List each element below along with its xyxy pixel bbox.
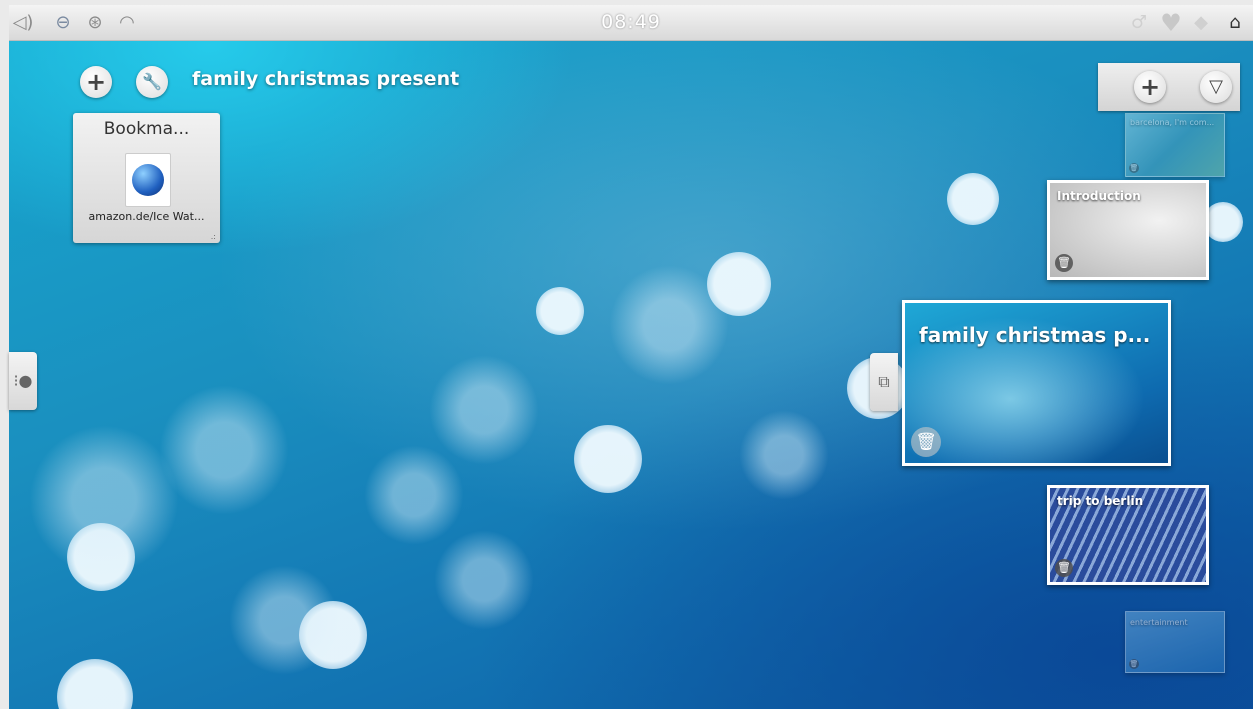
window-list-icon: ⧉ bbox=[878, 372, 890, 391]
activity-title: family christmas present bbox=[192, 68, 460, 90]
diamond-icon[interactable]: ◆ bbox=[1189, 11, 1213, 35]
activity-label: Introduction bbox=[1057, 189, 1141, 203]
trash-icon[interactable]: 🗑 bbox=[911, 427, 941, 457]
status-bar: ◁) ⊖ ⊛ ◠ 08:49 ♂ ♥ ◆ ⌂ bbox=[9, 5, 1253, 41]
activity-label: barcelona, I'm com... bbox=[1130, 118, 1215, 127]
trash-icon[interactable]: 🗑 bbox=[1129, 659, 1139, 669]
activity-thumbnail-barcelona[interactable]: barcelona, I'm com... 🗑 bbox=[1125, 113, 1225, 177]
notification-icon[interactable]: ♂ bbox=[1127, 11, 1151, 35]
trash-icon[interactable]: 🗑 bbox=[1129, 163, 1139, 173]
activity-thumbnail-introduction[interactable]: Introduction 🗑 bbox=[1047, 180, 1209, 280]
configure-activity-button[interactable]: 🔧 bbox=[136, 66, 168, 98]
resize-handle[interactable]: .: bbox=[211, 232, 216, 241]
home-icon[interactable]: ⌂ bbox=[1223, 11, 1247, 35]
globe-icon bbox=[132, 164, 164, 196]
add-activity-button[interactable]: + bbox=[1134, 71, 1166, 103]
activity-thumbnail-entertainment[interactable]: entertainment 🗑 bbox=[1125, 611, 1225, 673]
bookmark-file-icon[interactable] bbox=[125, 153, 171, 207]
activity-thumbnail-family-christmas[interactable]: family christmas p... 🗑 bbox=[902, 300, 1171, 466]
activity-thumbnail-trip-to-berlin[interactable]: trip to berlin 🗑 bbox=[1047, 485, 1209, 585]
activity-label: trip to berlin bbox=[1057, 494, 1144, 508]
activity-manager-toggle[interactable]: ⧉ bbox=[870, 353, 898, 411]
activity-label: entertainment bbox=[1130, 618, 1188, 627]
trash-icon[interactable]: 🗑 bbox=[1055, 559, 1073, 577]
bookmark-widget[interactable]: Bookma... amazon.de/Ice Wat... .: bbox=[73, 113, 220, 243]
left-panel-toggle[interactable]: ⁝● bbox=[9, 352, 37, 410]
bookmark-link-label[interactable]: amazon.de/Ice Wat... bbox=[73, 210, 220, 223]
filter-button[interactable]: ▽ bbox=[1200, 71, 1232, 103]
heart-icon[interactable]: ♥ bbox=[1159, 11, 1183, 35]
activity-label: family christmas p... bbox=[919, 323, 1151, 347]
bookmark-widget-title: Bookma... bbox=[103, 119, 190, 139]
activity-toolbar: + ▽ bbox=[1098, 63, 1240, 111]
add-widget-button[interactable]: + bbox=[80, 66, 112, 98]
trash-icon[interactable]: 🗑 bbox=[1055, 254, 1073, 272]
clock: 08:49 bbox=[601, 11, 661, 33]
panel-dots-icon: ⁝● bbox=[13, 371, 33, 390]
